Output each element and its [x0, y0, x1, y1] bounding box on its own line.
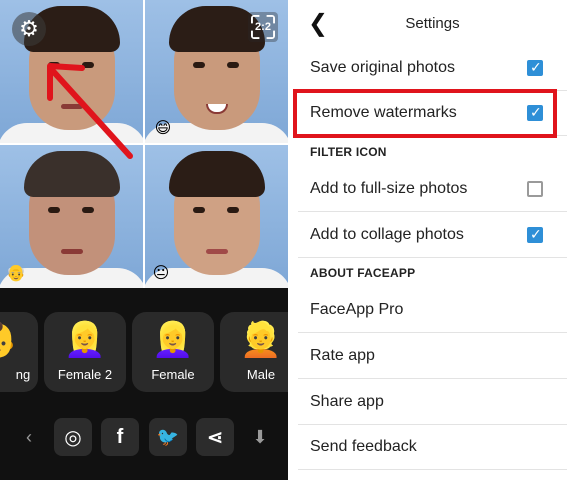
chevron-left-icon[interactable]: ‹ — [18, 418, 40, 456]
filter-label: Male — [246, 367, 276, 382]
setting-save-original-photos[interactable]: Save original photos — [298, 46, 567, 91]
smile-filter-badge-icon: 😄 — [154, 120, 172, 137]
checkbox-checked[interactable] — [527, 226, 543, 243]
setting-label: Add to collage photos — [310, 226, 464, 243]
page-title: Settings — [405, 14, 460, 32]
filter-young[interactable]: 👶 ng — [0, 312, 38, 392]
filter-label: Female — [151, 367, 195, 382]
checkbox-unchecked[interactable] — [527, 181, 543, 197]
share-icon[interactable]: ⋖ — [196, 418, 234, 456]
checkbox-checked[interactable] — [527, 59, 543, 76]
section-header-filter-icon: FILTER ICON — [310, 145, 387, 159]
about-send-feedback[interactable]: Send feedback — [298, 425, 567, 470]
back-arrow-icon[interactable]: ❮ — [304, 8, 332, 38]
about-share-app[interactable]: Share app — [298, 380, 567, 425]
female-filter-badge-icon: 😐 — [152, 265, 170, 282]
setting-label: Save original photos — [310, 59, 455, 76]
setting-add-to-full-size-photos[interactable]: Add to full-size photos — [298, 167, 567, 212]
about-label: Share app — [310, 393, 384, 410]
about-label: Send feedback — [310, 438, 417, 455]
checkbox-checked[interactable] — [527, 104, 543, 121]
setting-label: Add to full-size photos — [310, 180, 468, 197]
about-label: Rate app — [310, 347, 375, 364]
share-toolbar: ‹ ◎ f 🐦 ⋖ ⬇ — [0, 418, 288, 458]
filter-strip: 👶 ng 👱‍♀️ Female 2 👱‍♀️ Female 👱 Male — [0, 300, 288, 392]
aspect-ratio-button[interactable]: 2:2 — [248, 12, 278, 42]
twitter-icon[interactable]: 🐦 — [149, 418, 187, 456]
female-face-icon: 👱‍♀️ — [63, 321, 107, 359]
aspect-ratio-label: 2:2 — [255, 21, 271, 33]
filter-female[interactable]: 👱‍♀️ Female — [132, 312, 214, 392]
setting-remove-watermarks[interactable]: Remove watermarks — [298, 91, 567, 136]
photo-panel: 😄 👴 😐 ⚙ 2: — [0, 0, 288, 480]
filter-female-2[interactable]: 👱‍♀️ Female 2 — [44, 312, 126, 392]
photo-tile-female[interactable]: 😐 — [145, 145, 288, 288]
settings-panel: ❮ Settings Save original photos Remove w… — [288, 0, 577, 480]
about-faceapp-pro[interactable]: FaceApp Pro — [298, 288, 567, 333]
filter-label: ng — [15, 367, 31, 382]
about-label: FaceApp Pro — [310, 301, 404, 318]
about-rate-app[interactable]: Rate app — [298, 334, 567, 379]
facebook-icon[interactable]: f — [101, 418, 139, 456]
setting-label: Remove watermarks — [310, 104, 457, 121]
female-face-icon: 👱‍♀️ — [151, 321, 195, 359]
photo-grid: 😄 👴 😐 — [0, 0, 288, 288]
old-filter-badge-icon: 👴 — [6, 265, 26, 282]
gear-icon[interactable]: ⚙ — [12, 12, 46, 46]
male-face-icon: 👱 — [239, 321, 283, 359]
instagram-icon[interactable]: ◎ — [54, 418, 92, 456]
section-header-about-faceapp: ABOUT FACEAPP — [310, 266, 416, 280]
photo-tile-old[interactable]: 👴 — [0, 145, 143, 288]
baby-face-icon: 👶 — [0, 320, 18, 360]
setting-add-to-collage-photos[interactable]: Add to collage photos — [298, 213, 567, 258]
filter-male[interactable]: 👱 Male — [220, 312, 288, 392]
download-icon[interactable]: ⬇ — [248, 418, 272, 456]
settings-header: ❮ Settings — [288, 0, 577, 46]
filter-label: Female 2 — [57, 367, 113, 382]
